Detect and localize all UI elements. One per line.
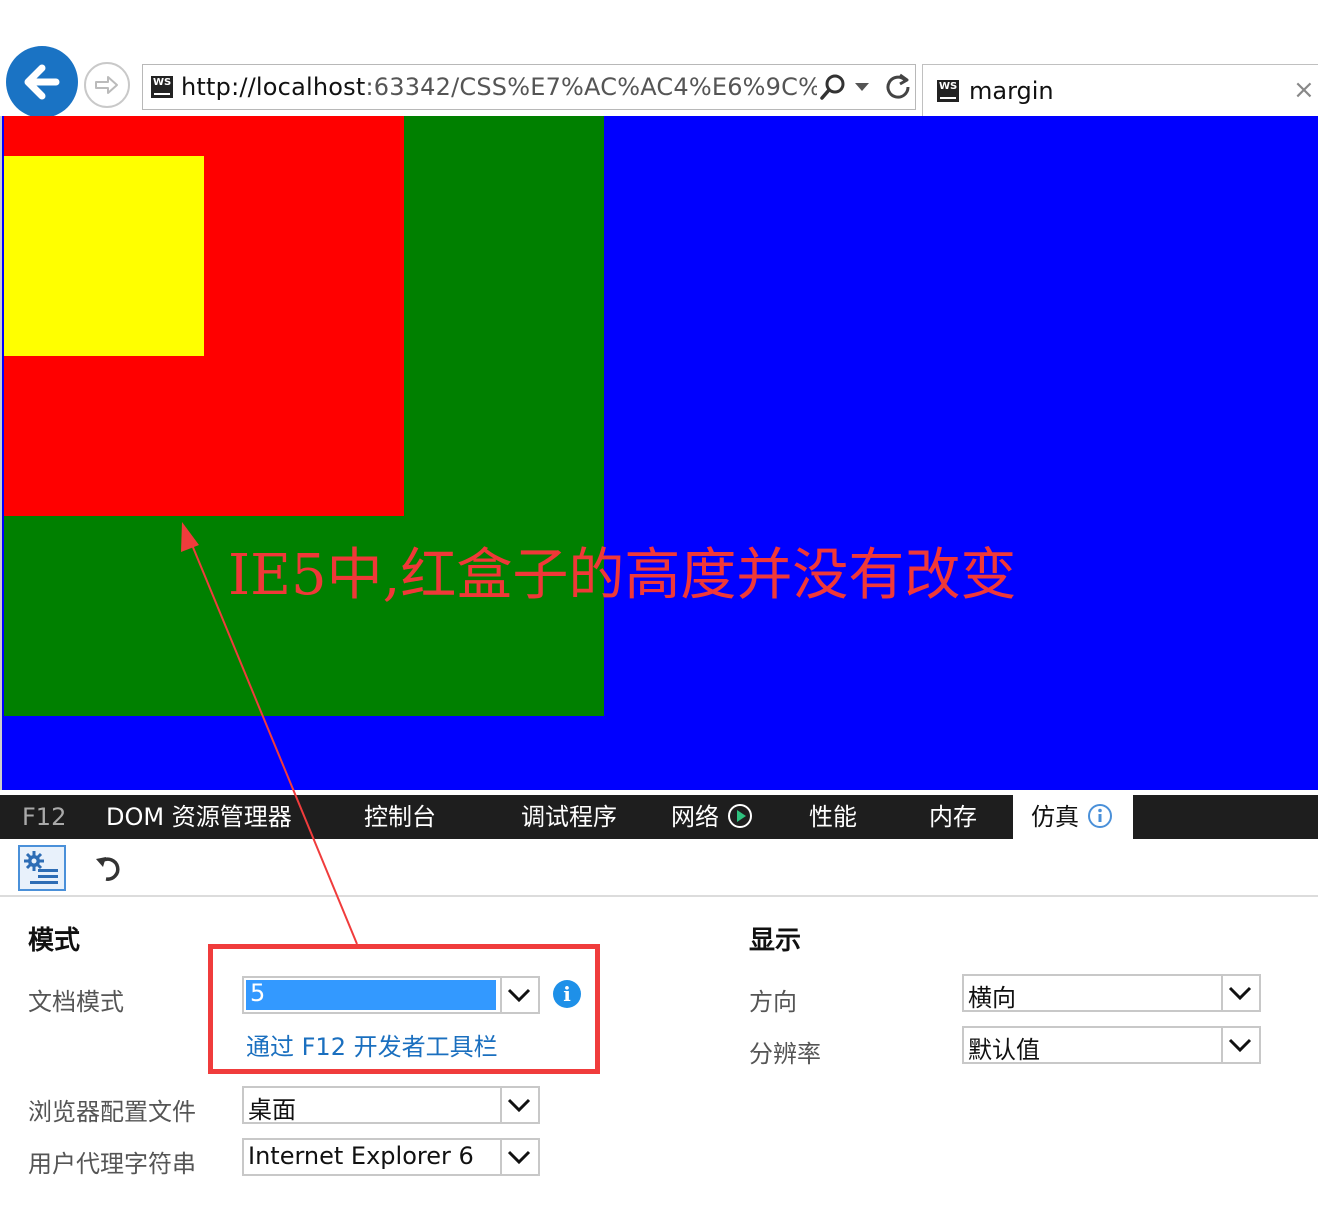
url-text[interactable]: http://localhost:63342/CSS%E7%AC%AC4%E6%… bbox=[181, 73, 817, 101]
devtools-tab-bar: F12 DOM 资源管理器 控制台 调试程序 网络 性能 内存 仿真 bbox=[0, 795, 1318, 839]
mode-heading: 模式 bbox=[28, 926, 81, 956]
tab-dom-explorer[interactable]: DOM 资源管理器 bbox=[106, 795, 292, 839]
back-button[interactable] bbox=[6, 46, 78, 118]
annotation-text: IE5中,红盒子的高度并没有改变 bbox=[228, 543, 1017, 608]
emulation-settings-button[interactable] bbox=[18, 845, 66, 891]
tab-memory[interactable]: 内存 bbox=[929, 795, 977, 839]
refresh-icon[interactable] bbox=[883, 71, 913, 101]
gear-list-icon bbox=[24, 851, 58, 884]
browser-profile-value: 桌面 bbox=[248, 1096, 296, 1124]
user-agent-select[interactable]: Internet Explorer 6 bbox=[242, 1138, 540, 1176]
tab-emulation-label: 仿真 bbox=[1031, 803, 1079, 831]
tab-console[interactable]: 控制台 bbox=[364, 795, 436, 839]
devtools-toolbar bbox=[0, 839, 1318, 897]
user-agent-label: 用户代理字符串 bbox=[28, 1150, 196, 1178]
undo-icon[interactable] bbox=[92, 853, 126, 885]
info-outline-icon bbox=[1087, 804, 1112, 828]
tab-debugger[interactable]: 调试程序 bbox=[521, 795, 617, 839]
display-heading: 显示 bbox=[749, 926, 802, 956]
highlight-frame bbox=[208, 944, 600, 1074]
webstorm-icon: WS bbox=[937, 80, 959, 102]
user-agent-value: Internet Explorer 6 bbox=[248, 1142, 474, 1170]
tab-network[interactable]: 网络 bbox=[671, 795, 753, 839]
play-icon bbox=[727, 804, 752, 828]
tab-performance[interactable]: 性能 bbox=[809, 795, 857, 839]
resolution-label: 分辨率 bbox=[749, 1040, 821, 1068]
browser-profile-label: 浏览器配置文件 bbox=[28, 1098, 196, 1126]
chevron-down-icon[interactable] bbox=[500, 1088, 538, 1122]
address-bar[interactable]: WS http://localhost:63342/CSS%E7%AC%AC4%… bbox=[142, 64, 916, 110]
browser-profile-select[interactable]: 桌面 bbox=[242, 1086, 540, 1124]
resolution-select[interactable]: 默认值 bbox=[962, 1026, 1261, 1064]
webstorm-icon: WS bbox=[151, 76, 173, 98]
tab-network-label: 网络 bbox=[671, 803, 719, 831]
resolution-value: 默认值 bbox=[968, 1036, 1040, 1064]
back-arrow-icon bbox=[24, 64, 60, 100]
chevron-down-icon[interactable] bbox=[1221, 1028, 1259, 1062]
close-icon[interactable]: × bbox=[1293, 75, 1315, 105]
search-icon[interactable] bbox=[819, 73, 847, 101]
orientation-value: 横向 bbox=[968, 984, 1016, 1012]
yellow-box bbox=[4, 156, 204, 356]
chevron-down-icon[interactable] bbox=[500, 1140, 538, 1174]
forward-arrow-icon bbox=[95, 76, 118, 94]
browser-chrome: WS http://localhost:63342/CSS%E7%AC%AC4%… bbox=[0, 0, 1318, 118]
dropdown-icon[interactable] bbox=[855, 83, 869, 91]
forward-button[interactable] bbox=[84, 62, 130, 108]
orientation-label: 方向 bbox=[749, 988, 797, 1016]
page-viewport bbox=[0, 116, 1318, 790]
doc-mode-label: 文档模式 bbox=[28, 988, 124, 1016]
browser-tab[interactable]: WS margin × bbox=[922, 64, 1318, 116]
tab-f12[interactable]: F12 bbox=[22, 795, 66, 839]
tab-emulation[interactable]: 仿真 bbox=[1013, 795, 1133, 839]
orientation-select[interactable]: 横向 bbox=[962, 974, 1261, 1012]
tab-title: margin bbox=[969, 77, 1054, 105]
chevron-down-icon[interactable] bbox=[1221, 976, 1259, 1010]
